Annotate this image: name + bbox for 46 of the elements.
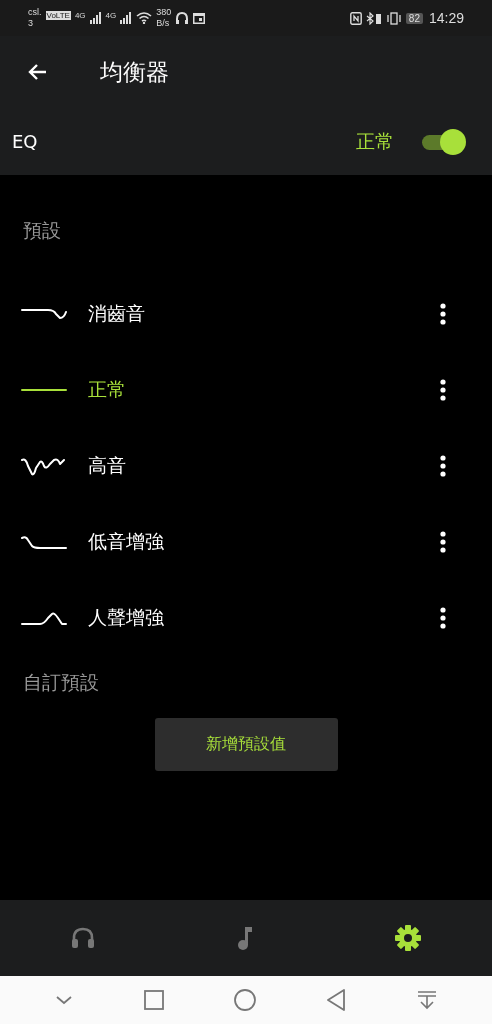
network-type: 4G bbox=[105, 11, 117, 20]
add-preset-button[interactable]: 新增預設值 bbox=[154, 718, 338, 771]
vibrate-icon bbox=[385, 11, 402, 25]
more-icon[interactable] bbox=[440, 531, 446, 553]
wifi-icon bbox=[136, 12, 153, 24]
speed-unit: B/s bbox=[156, 18, 171, 29]
back-nav-button[interactable] bbox=[326, 989, 347, 1011]
calendar-icon bbox=[193, 12, 206, 24]
signal-icon bbox=[89, 12, 102, 24]
eq-curve-icon bbox=[21, 610, 67, 626]
music-tab[interactable] bbox=[235, 925, 255, 951]
eq-toggle[interactable] bbox=[420, 127, 466, 156]
headphones-tab[interactable] bbox=[69, 926, 96, 950]
clock: 14:29 bbox=[428, 10, 464, 26]
signal-icon bbox=[120, 12, 133, 24]
home-button[interactable] bbox=[233, 989, 256, 1011]
eq-preset-name: 正常 bbox=[356, 128, 394, 154]
eq-label: EQ bbox=[12, 131, 39, 152]
volte-badge: VoLTE bbox=[45, 11, 71, 20]
headset-icon bbox=[175, 12, 190, 24]
settings-tab[interactable] bbox=[394, 924, 423, 952]
page-title: 均衡器 bbox=[100, 57, 169, 87]
preset-item[interactable]: 人聲增強 bbox=[88, 605, 440, 631]
bluetooth-battery-icon bbox=[365, 11, 382, 25]
more-icon[interactable] bbox=[440, 303, 446, 325]
nfc-icon bbox=[349, 11, 362, 25]
battery-level: 82 bbox=[405, 12, 423, 24]
preset-item[interactable]: 消齒音 bbox=[88, 301, 440, 327]
notification-pull-icon[interactable] bbox=[416, 990, 437, 1010]
preset-item[interactable]: 高音 bbox=[88, 453, 440, 479]
network-type: 4G bbox=[74, 11, 86, 20]
network-speed: 380 bbox=[156, 7, 172, 18]
preset-item[interactable]: 低音增強 bbox=[88, 529, 440, 555]
eq-curve-icon bbox=[21, 534, 67, 550]
recent-apps-button[interactable] bbox=[143, 990, 164, 1010]
more-icon[interactable] bbox=[440, 607, 446, 629]
preset-item[interactable]: 正常 bbox=[88, 377, 440, 403]
more-icon[interactable] bbox=[440, 379, 446, 401]
more-icon[interactable] bbox=[440, 455, 446, 477]
carrier-name: csl. bbox=[28, 7, 42, 18]
section-heading: 自訂預設 bbox=[23, 670, 99, 695]
eq-curve-icon bbox=[21, 456, 67, 476]
carrier-line: 3 bbox=[28, 18, 34, 29]
eq-curve-icon bbox=[21, 308, 67, 320]
collapse-icon[interactable] bbox=[55, 995, 74, 1005]
section-heading: 預設 bbox=[23, 218, 61, 243]
